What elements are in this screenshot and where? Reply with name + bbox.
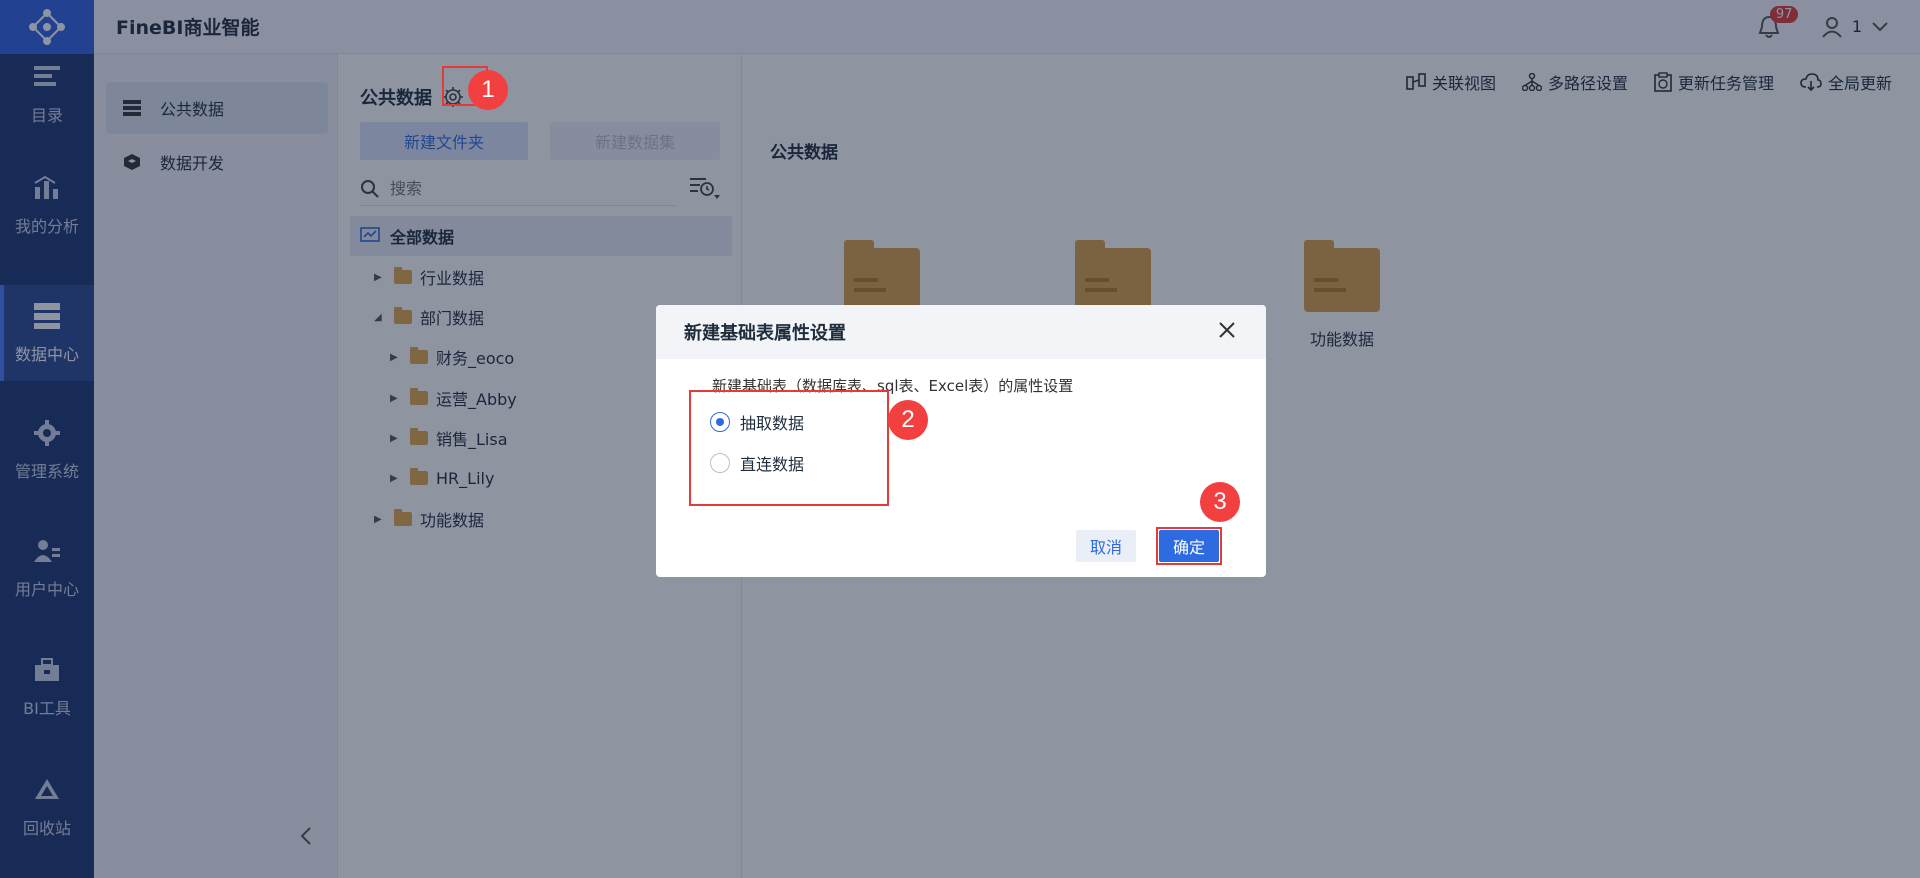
close-icon — [1219, 322, 1235, 338]
radio-indicator — [710, 453, 730, 473]
radio-label: 直连数据 — [740, 455, 805, 474]
step-marker-1: 1 — [468, 70, 508, 110]
radio-selected-indicator — [710, 412, 730, 432]
base-table-settings-dialog: 新建基础表属性设置 新建基础表（数据库表、sql表、Excel表）的属性设置 抽… — [656, 305, 1266, 577]
dialog-title: 新建基础表属性设置 — [684, 323, 846, 344]
step-marker-2: 2 — [888, 400, 928, 440]
radio-direct-data[interactable]: 直连数据 — [710, 451, 804, 475]
dialog-header: 新建基础表属性设置 — [656, 305, 1266, 359]
step-2-highlight — [689, 390, 889, 506]
radio-label: 抽取数据 — [740, 414, 805, 433]
confirm-button[interactable]: 确定 — [1159, 530, 1219, 562]
radio-extract-data[interactable]: 抽取数据 — [710, 410, 804, 434]
cancel-button[interactable]: 取消 — [1076, 530, 1136, 562]
dialog-close-button[interactable] — [1216, 319, 1238, 341]
step-marker-3: 3 — [1200, 482, 1240, 522]
